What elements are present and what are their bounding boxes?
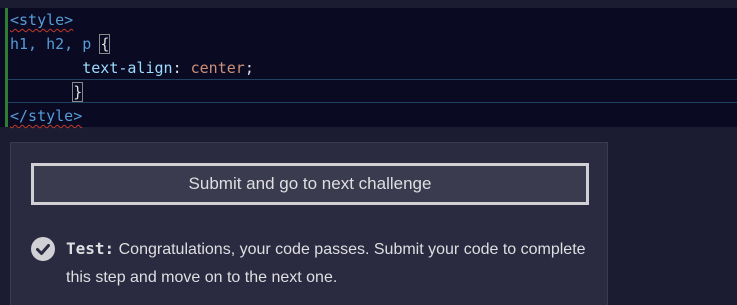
close-brace: } [72,82,84,102]
code-line-5[interactable]: </style> [10,104,82,128]
editor-top-strip [0,0,737,8]
test-message: Congratulations, your code passes. Submi… [66,241,586,286]
style-open-tag: <style> [10,11,74,29]
css-value: center [190,59,245,77]
code-line-3[interactable]: text-align: center; [10,56,254,80]
code-line-1[interactable]: <style> [10,8,73,32]
style-close-tag: </style> [10,107,83,125]
submit-next-challenge-button[interactable]: Submit and go to next challenge [31,163,589,205]
code-line-4[interactable]: } [10,80,84,104]
test-label: Test: [66,239,115,258]
check-circle-icon [31,237,55,261]
code-editor[interactable]: <style> h1, h2, p { text-align: center; … [0,0,737,127]
css-selector: h1, h2, p [10,35,92,53]
semicolon: ; [244,59,254,77]
modified-lines-gutter [5,8,8,127]
css-property: text-align [82,59,173,77]
test-result-text: Test: Congratulations, your code passes.… [66,235,596,292]
test-results-panel: Submit and go to next challenge Test: Co… [10,142,608,305]
colon: : [172,59,191,77]
open-brace: { [99,34,111,54]
code-line-2[interactable]: h1, h2, p { [10,32,111,56]
active-line-highlight [8,79,737,103]
